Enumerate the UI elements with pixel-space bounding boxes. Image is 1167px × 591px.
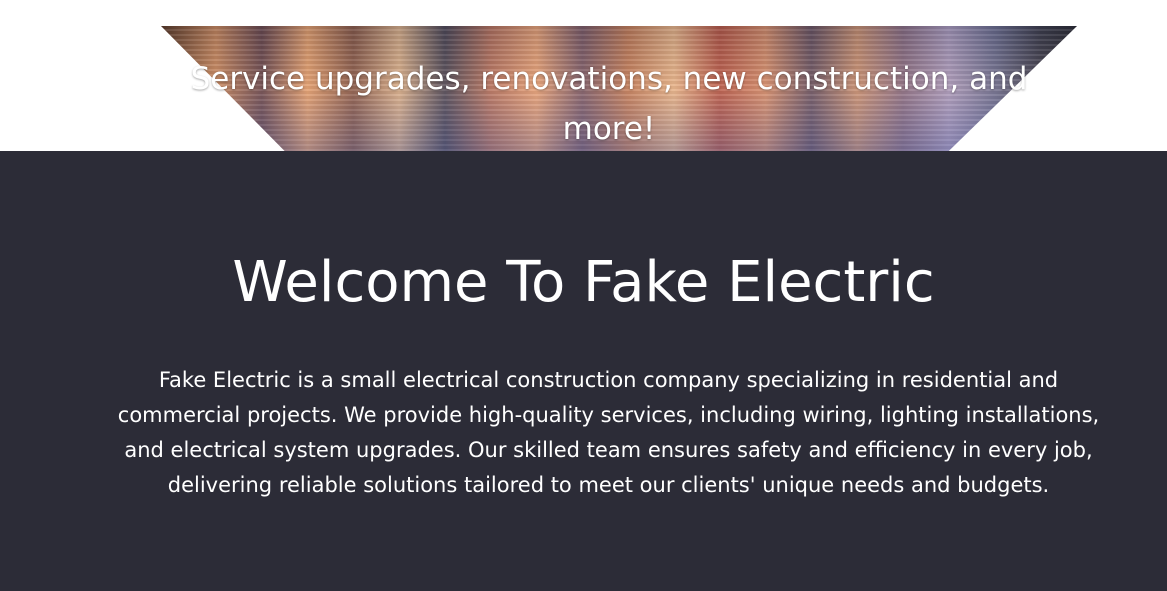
welcome-section: Welcome To Fake Electric Fake Electric i… (0, 151, 1167, 591)
page: Service upgrades, renovations, new const… (0, 0, 1167, 591)
company-description: Fake Electric is a small electrical cons… (117, 368, 1100, 497)
welcome-title: Welcome To Fake Electric (232, 250, 935, 315)
hero-banner: Service upgrades, renovations, new const… (0, 0, 1167, 151)
hero-tagline: Service upgrades, renovations, new const… (190, 61, 1028, 147)
